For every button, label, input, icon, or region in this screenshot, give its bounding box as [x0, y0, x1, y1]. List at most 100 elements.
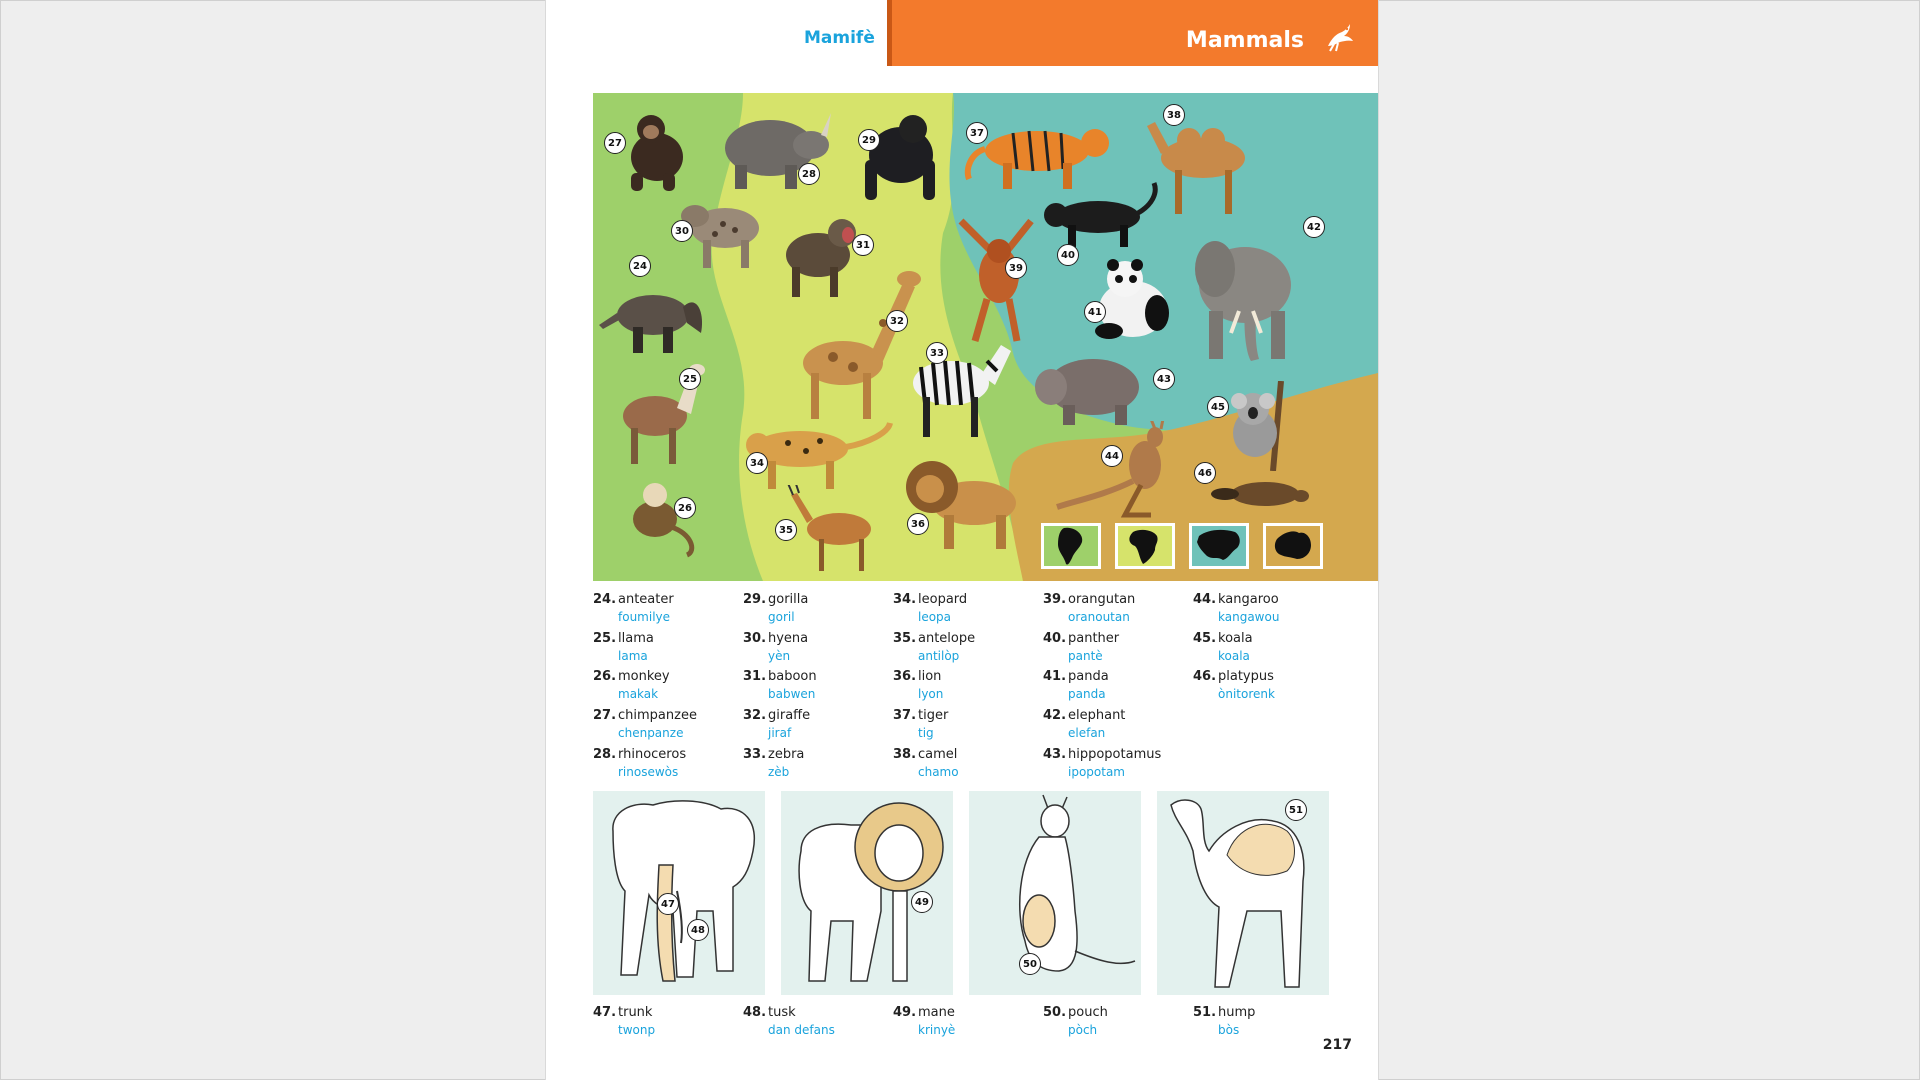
asia-icon	[1189, 523, 1249, 569]
english-word: tusk	[768, 1005, 796, 1020]
label-41: 41	[1084, 301, 1106, 323]
item-number: 36.	[893, 669, 917, 684]
haitian-word: leopa	[918, 610, 952, 624]
item-number: 47.	[593, 1005, 617, 1020]
english-word: trunk	[618, 1005, 653, 1020]
english-word: llama	[618, 631, 654, 646]
item-number: 24.	[593, 592, 617, 607]
haitian-word: dan defans	[768, 1023, 835, 1037]
item-number: 44.	[1193, 592, 1217, 607]
label-30: 30	[671, 220, 693, 242]
kangaroo-image	[1056, 421, 1165, 518]
item-number: 25.	[593, 631, 617, 646]
label-29: 29	[858, 129, 880, 151]
item-number: 48.	[743, 1005, 767, 1020]
africa-icon	[1115, 523, 1175, 569]
item-number: 43.	[1043, 747, 1067, 762]
english-word: tiger	[918, 708, 949, 723]
label-40: 40	[1057, 244, 1079, 266]
zebra-image	[913, 345, 1011, 437]
haitian-word: chamo	[918, 765, 959, 779]
haitian-word: tig	[918, 726, 934, 740]
haitian-word: panda	[1068, 687, 1106, 701]
haitian-word: twonp	[618, 1023, 656, 1037]
australia-icon	[1263, 523, 1323, 569]
label-50: 50	[1019, 953, 1041, 975]
item-number: 45.	[1193, 631, 1217, 646]
english-word: platypus	[1218, 669, 1274, 684]
label-25: 25	[679, 368, 701, 390]
english-word: chimpanzee	[618, 708, 697, 723]
haitian-word: chenpanze	[618, 726, 684, 740]
panther-image	[1044, 182, 1158, 247]
south-america-icon	[1041, 523, 1101, 569]
label-49: 49	[911, 891, 933, 913]
label-46: 46	[1194, 462, 1216, 484]
english-word: leopard	[918, 592, 968, 607]
label-34: 34	[746, 452, 768, 474]
label-37: 37	[966, 122, 988, 144]
english-word: kangaroo	[1218, 592, 1279, 607]
haitian-word: lama	[618, 649, 648, 663]
english-word: gorilla	[768, 592, 809, 607]
chimpanzee-image	[631, 115, 683, 191]
item-number: 27.	[593, 708, 617, 723]
item-number: 33.	[743, 747, 767, 762]
haitian-word: babwen	[768, 687, 816, 701]
item-number: 39.	[1043, 592, 1067, 607]
label-24: 24	[629, 255, 651, 277]
item-number: 38.	[893, 747, 917, 762]
item-number: 51.	[1193, 1005, 1217, 1020]
label-39: 39	[1005, 257, 1027, 279]
platypus-image	[1211, 482, 1309, 506]
camel-detail-panel: 51	[1157, 791, 1329, 995]
english-word: panther	[1068, 631, 1120, 646]
label-35: 35	[775, 519, 797, 541]
bird-logo-icon	[1322, 20, 1356, 58]
item-number: 40.	[1043, 631, 1067, 646]
label-44: 44	[1101, 445, 1123, 467]
haitian-word: pantè	[1068, 649, 1103, 663]
english-word: koala	[1218, 631, 1253, 646]
item-number: 31.	[743, 669, 767, 684]
english-word: hyena	[768, 631, 809, 646]
haitian-word: antilòp	[918, 649, 960, 663]
label-48: 48	[687, 919, 709, 941]
lion-image	[906, 461, 1016, 549]
item-number: 32.	[743, 708, 767, 723]
item-number: 37.	[893, 708, 917, 723]
item-number: 29.	[743, 592, 767, 607]
section-title-haitian: Mamifè	[804, 28, 875, 48]
kangaroo-detail-panel: 50	[969, 791, 1141, 995]
book-page: Mamifè Mammals 27 28 29 30 31 24 32 33 2…	[545, 0, 1379, 1080]
kangaroo-drawing	[1018, 794, 1136, 972]
label-32: 32	[886, 310, 908, 332]
english-word: pouch	[1068, 1005, 1108, 1020]
haitian-word: krinyè	[918, 1023, 956, 1037]
anteater-image	[599, 295, 703, 353]
label-43: 43	[1153, 368, 1175, 390]
haitian-word: yèn	[768, 649, 791, 663]
label-51: 51	[1285, 799, 1307, 821]
panda-image	[1095, 259, 1169, 339]
label-27: 27	[604, 132, 626, 154]
label-31: 31	[852, 234, 874, 256]
camel-drawing	[1170, 799, 1305, 988]
item-number: 35.	[893, 631, 917, 646]
item-number: 50.	[1043, 1005, 1067, 1020]
english-word: hump	[1218, 1005, 1256, 1020]
item-number: 34.	[893, 592, 917, 607]
english-word: monkey	[618, 669, 670, 684]
english-word: hippopotamus	[1068, 747, 1162, 762]
item-number: 42.	[1043, 708, 1067, 723]
english-word: anteater	[618, 592, 674, 607]
english-word: orangutan	[1068, 592, 1136, 607]
label-47: 47	[657, 893, 679, 915]
haitian-word: zèb	[768, 765, 790, 779]
lion-detail-panel: 49	[781, 791, 953, 995]
haitian-word: kangawou	[1218, 610, 1280, 624]
section-header-bar: Mammals	[887, 0, 1378, 66]
label-45: 45	[1207, 396, 1229, 418]
haitian-word: pòch	[1068, 1023, 1098, 1037]
english-word: rhinoceros	[618, 747, 687, 762]
